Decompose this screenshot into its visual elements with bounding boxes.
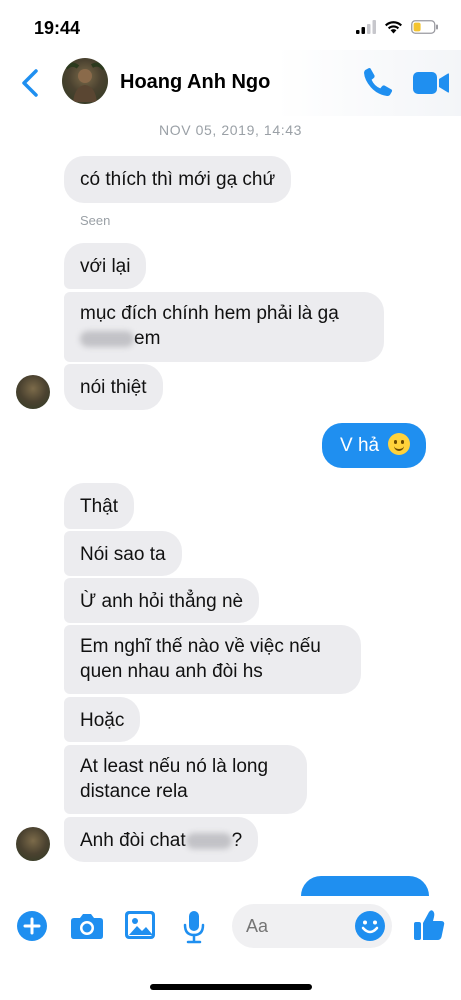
message-text: có thích thì mới gạ chứ: [80, 169, 276, 190]
contact-avatar[interactable]: [16, 375, 50, 409]
message-text: nói thiệt: [80, 377, 147, 398]
signal-icon: [356, 20, 376, 34]
microphone-icon[interactable]: [182, 910, 206, 944]
message-bubble[interactable]: At least nếu nó là long distance rela: [64, 745, 307, 814]
slightly-smiling-emoji-icon: [388, 433, 411, 455]
message-text: V hả: [340, 435, 380, 456]
seen-indicator: Seen: [80, 213, 111, 228]
image-icon[interactable]: [124, 910, 156, 940]
message-bubble[interactable]: nói thiệt: [64, 364, 163, 410]
video-camera-icon[interactable]: [412, 69, 450, 97]
phone-icon[interactable]: [362, 66, 394, 98]
message-text: Ừ anh hỏi thẳng nè: [80, 591, 244, 612]
message-text: ?: [231, 830, 243, 851]
message-bubble[interactable]: Em nghĩ thế nào về việc nếu quen nhau an…: [64, 625, 361, 694]
message-text: Hoặc: [80, 710, 125, 731]
camera-icon[interactable]: [70, 910, 104, 942]
message-bubble[interactable]: Anh đòi chat?: [64, 817, 259, 862]
message-text: Anh đòi chat: [80, 830, 186, 851]
message-bubble[interactable]: có thích thì mới gạ chứ: [64, 156, 292, 203]
message-bubble[interactable]: Ừ anh hỏi thẳng nè: [64, 578, 260, 623]
status-time: 19:44: [34, 18, 81, 38]
plus-icon[interactable]: [16, 910, 48, 942]
wifi-icon: [385, 21, 402, 34]
message-text: mục đích chính hem phải là gạ: [80, 303, 339, 324]
message-bubble-outgoing[interactable]: V hả: [322, 423, 427, 468]
message-bubble[interactable]: Thật: [64, 483, 135, 529]
back-chevron-icon[interactable]: [18, 68, 44, 98]
conversation-timestamp: NOV 05, 2019, 14:43: [159, 122, 302, 138]
blurred-text: [80, 330, 134, 347]
thumbs-up-icon[interactable]: [412, 908, 446, 942]
battery-icon: [411, 20, 438, 34]
message-text-line2: em: [80, 326, 368, 351]
contact-avatar[interactable]: [16, 827, 50, 861]
message-text: với lại: [80, 256, 131, 277]
status-icons: [356, 20, 439, 34]
message-text: At least nếu nó là long: [80, 756, 269, 777]
contact-avatar[interactable]: [62, 58, 108, 104]
message-text: distance rela: [80, 781, 188, 802]
message-bubble[interactable]: Hoặc: [64, 697, 141, 742]
message-text: quen nhau anh đòi hs: [80, 661, 263, 682]
message-bubble[interactable]: mục đích chính hem phải là gạ em: [64, 292, 384, 362]
message-text: Em nghĩ thế nào về việc nếu: [80, 636, 321, 657]
emoji-icon[interactable]: [354, 910, 386, 942]
message-bubble[interactable]: với lại: [64, 243, 147, 289]
contact-name[interactable]: Hoang Anh Ngo: [120, 71, 270, 94]
message-bubble[interactable]: Nói sao ta: [64, 531, 182, 576]
home-indicator[interactable]: [150, 984, 312, 990]
message-text: Nói sao ta: [80, 544, 166, 565]
message-text: Thật: [80, 496, 119, 517]
blurred-text: [185, 832, 232, 849]
message-text: em: [134, 328, 161, 349]
status-bar: 19:44: [0, 0, 461, 56]
chat-header: Hoang Anh Ngo: [0, 50, 461, 116]
